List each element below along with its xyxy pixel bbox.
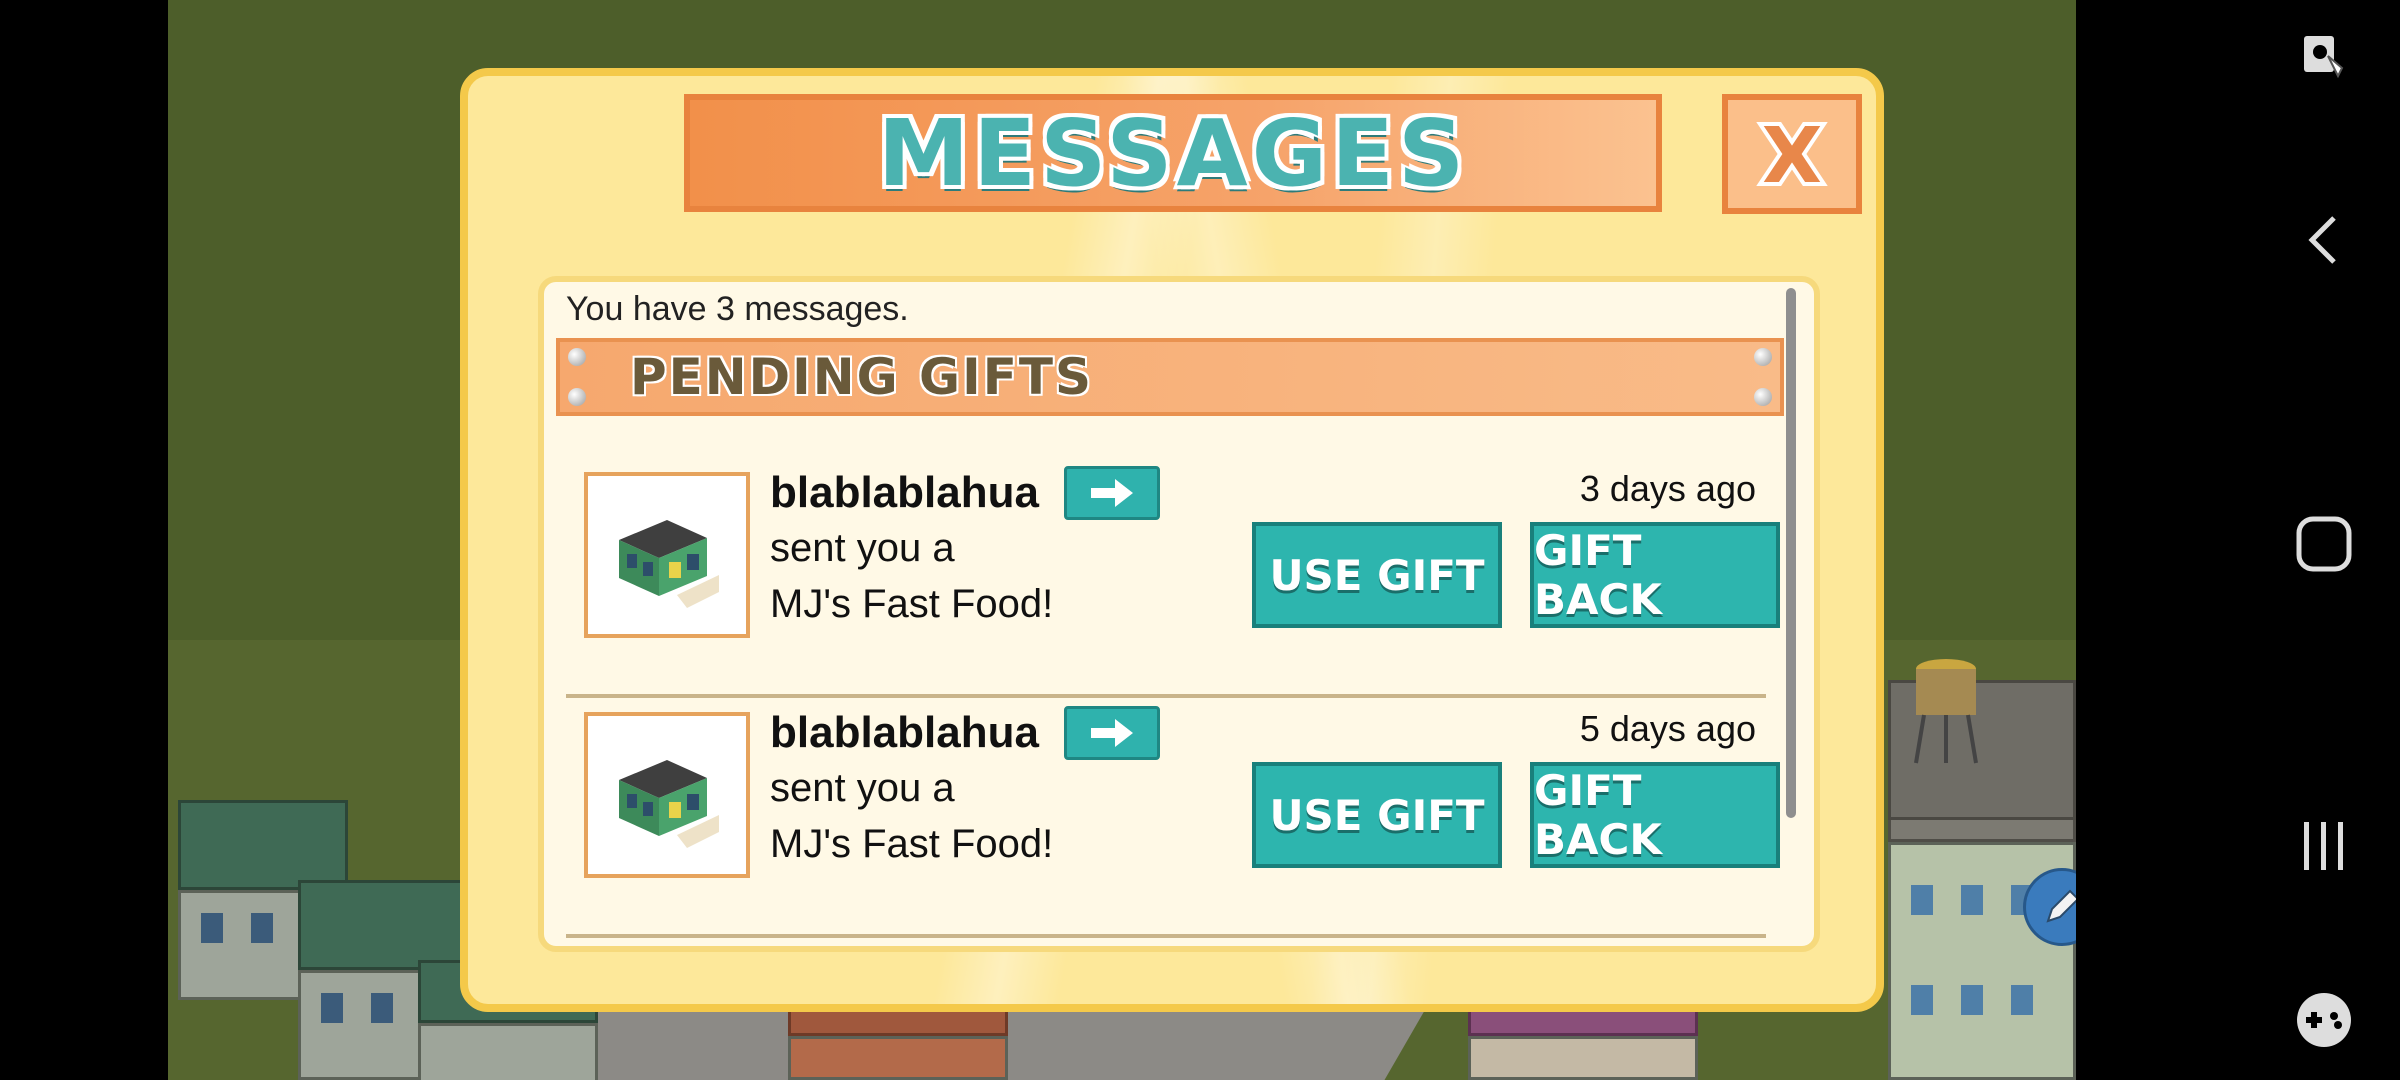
gift-timestamp: 3 days ago <box>1579 468 1756 509</box>
section-title: PENDING GIFTS <box>630 348 1093 406</box>
gift-row: blablablahua sent you a MJ's Fast Food! … <box>544 698 1784 938</box>
water-tower-icon <box>1914 659 1978 764</box>
gift-back-button[interactable]: GIFT BACK <box>1530 762 1780 868</box>
gift-back-button[interactable]: GIFT BACK <box>1530 522 1780 628</box>
building-icon <box>619 760 719 848</box>
gift-sender-name: blablablahua <box>770 468 1039 517</box>
system-nav-bar <box>2248 0 2400 1080</box>
rivet <box>1754 348 1772 366</box>
row-divider <box>566 934 1766 938</box>
pencil-icon <box>2046 889 2076 923</box>
game-controller-button[interactable] <box>2248 970 2400 1070</box>
messages-dialog: MESSAGES You have 3 messages. PENDING GI… <box>460 68 1884 1012</box>
gift-row: blablablahua sent you a MJ's Fast Food! … <box>544 458 1784 698</box>
gift-thumbnail <box>584 472 750 638</box>
gift-sender-name: blablablahua <box>770 708 1039 757</box>
building <box>1468 1000 1698 1080</box>
messages-list-panel[interactable]: You have 3 messages. PENDING GIFTS blabl… <box>538 276 1820 952</box>
view-sender-button[interactable] <box>1064 706 1160 760</box>
home-button[interactable] <box>2248 494 2400 594</box>
use-gift-button[interactable]: USE GIFT <box>1252 522 1502 628</box>
pending-gifts-header: PENDING GIFTS <box>556 338 1784 416</box>
gift-item-name: MJ's Fast Food! <box>770 822 1054 866</box>
gift-item-name: MJ's Fast Food! <box>770 582 1054 626</box>
arrow-right-icon <box>1091 479 1133 507</box>
view-sender-button[interactable] <box>1064 466 1160 520</box>
screen-capture-button[interactable] <box>2248 6 2400 106</box>
scrollbar[interactable] <box>1786 288 1796 818</box>
game-controller-icon <box>2297 993 2351 1047</box>
title-banner: MESSAGES <box>684 94 1662 212</box>
message-count-text: You have 3 messages. <box>566 290 909 328</box>
close-button[interactable] <box>1722 94 1862 214</box>
recents-button[interactable] <box>2248 796 2400 896</box>
recents-icon <box>2304 822 2343 870</box>
rivet <box>568 348 586 366</box>
gift-message-line: sent you a <box>770 766 955 810</box>
building-icon <box>619 520 719 608</box>
arrow-right-icon <box>1091 719 1133 747</box>
rivet <box>1754 388 1772 406</box>
close-icon <box>1756 122 1828 186</box>
dialog-title: MESSAGES <box>877 99 1469 207</box>
gift-message-line: sent you a <box>770 526 955 570</box>
building <box>788 1000 1008 1080</box>
home-icon <box>2296 516 2352 572</box>
back-button[interactable] <box>2248 190 2400 290</box>
screen-capture-icon <box>2304 36 2344 79</box>
gift-timestamp: 5 days ago <box>1579 708 1756 749</box>
gift-thumbnail <box>584 712 750 878</box>
back-icon <box>2308 216 2336 264</box>
rivet <box>568 388 586 406</box>
use-gift-button[interactable]: USE GIFT <box>1252 762 1502 868</box>
